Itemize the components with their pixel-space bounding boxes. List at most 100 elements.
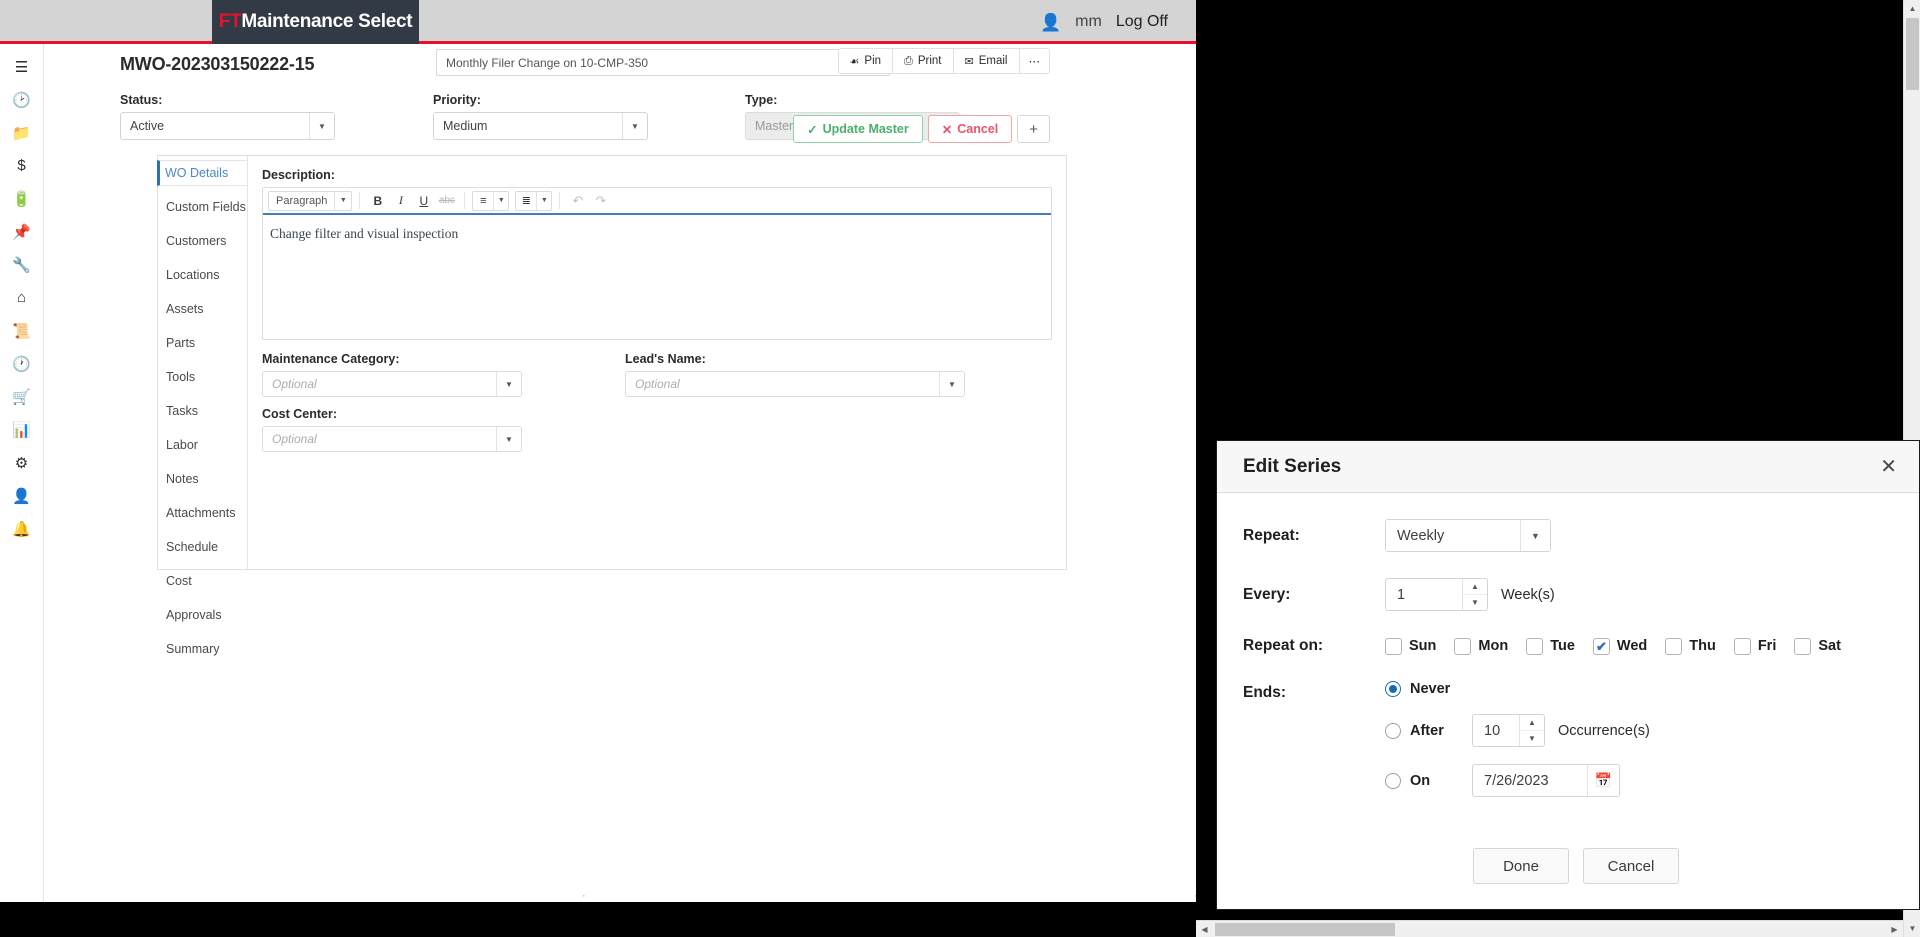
repeat-select[interactable]: Weekly ▼	[1385, 519, 1551, 552]
underline-icon[interactable]: U	[413, 191, 434, 211]
add-button[interactable]: +	[1017, 115, 1050, 143]
tab-locations[interactable]: Locations	[158, 262, 247, 288]
bullet-list-group[interactable]: ≡ ▼	[472, 190, 510, 211]
scroll-down-icon[interactable]: ▼	[1904, 920, 1920, 937]
chevron-down-icon[interactable]: ▼	[939, 372, 964, 396]
menu-hamburger-icon[interactable]: ☰	[0, 50, 44, 83]
checkbox-icon[interactable]	[1733, 637, 1751, 655]
document-icon[interactable]: 📜	[0, 314, 44, 347]
more-options-button[interactable]: ⋯	[1018, 48, 1050, 74]
folder-icon[interactable]: 📁	[0, 116, 44, 149]
home-icon[interactable]: ⌂	[0, 281, 44, 314]
scroll-left-icon[interactable]: ◀	[1196, 921, 1213, 937]
status-select[interactable]: Active ▼	[120, 112, 335, 140]
checkbox-icon[interactable]	[1665, 637, 1683, 655]
tab-schedule[interactable]: Schedule	[158, 534, 247, 560]
radio-icon[interactable]	[1385, 772, 1401, 789]
stepper-down-icon[interactable]: ▼	[1520, 730, 1544, 746]
stepper-down-icon[interactable]: ▼	[1463, 594, 1487, 610]
tab-cost[interactable]: Cost	[158, 568, 247, 594]
done-button[interactable]: Done	[1473, 848, 1569, 884]
dialog-cancel-button[interactable]: Cancel	[1583, 848, 1679, 884]
ends-on-option[interactable]: On 7/26/2023 📅	[1385, 764, 1650, 797]
horizontal-scrollbar[interactable]: ◀ ▶	[1196, 920, 1903, 937]
close-icon[interactable]: ✕	[1880, 457, 1897, 477]
wrench-icon[interactable]: 🔧	[0, 248, 44, 281]
radio-selected-icon[interactable]	[1385, 681, 1401, 697]
clock-icon[interactable]: 🕑	[0, 83, 44, 116]
work-order-title-input[interactable]: Monthly Filer Change on 10-CMP-350	[436, 49, 890, 76]
chevron-down-icon[interactable]: ▼	[1520, 520, 1550, 551]
undo-icon[interactable]: ↶	[567, 191, 588, 211]
tab-wo-details[interactable]: WO Details	[157, 160, 247, 186]
checkbox-icon[interactable]	[1454, 637, 1472, 655]
cost-center-select[interactable]: Optional ▼	[262, 426, 522, 452]
tab-approvals[interactable]: Approvals	[158, 602, 247, 628]
day-checkbox-fri[interactable]: Fri	[1733, 637, 1776, 655]
checkbox-icon[interactable]	[1385, 637, 1402, 655]
day-checkbox-thu[interactable]: Thu	[1665, 637, 1716, 655]
stepper-up-icon[interactable]: ▲	[1463, 579, 1487, 594]
pin-icon[interactable]: 📌	[0, 215, 44, 248]
numbered-list-group[interactable]: ≣ ▼	[515, 190, 553, 211]
maintenance-category-select[interactable]: Optional ▼	[262, 371, 522, 397]
tab-parts[interactable]: Parts	[158, 330, 247, 356]
chevron-down-icon[interactable]: ▼	[493, 191, 508, 210]
checkbox-icon[interactable]	[1794, 637, 1812, 655]
description-text-area[interactable]: Change filter and visual inspection	[263, 215, 1051, 253]
scroll-right-icon[interactable]: ▶	[1886, 921, 1903, 937]
occurrences-stepper[interactable]: 10 ▲ ▼	[1472, 714, 1545, 747]
tab-tasks[interactable]: Tasks	[158, 398, 247, 424]
priority-select[interactable]: Medium ▼	[433, 112, 648, 140]
radio-icon[interactable]	[1385, 722, 1401, 739]
chevron-down-icon[interactable]: ▼	[622, 113, 647, 139]
pin-button[interactable]: ☙ Pin	[837, 48, 894, 74]
bell-icon[interactable]: 🔔	[0, 512, 44, 545]
bold-icon[interactable]: B	[367, 191, 388, 211]
ends-never-option[interactable]: Never	[1385, 681, 1650, 697]
gear-icon[interactable]: ⚙	[0, 446, 44, 479]
stepper-up-icon[interactable]: ▲	[1520, 715, 1544, 730]
day-checkbox-wed[interactable]: ✔ Wed	[1592, 637, 1647, 655]
tab-assets[interactable]: Assets	[158, 296, 247, 322]
day-checkbox-mon[interactable]: Mon	[1454, 637, 1508, 655]
tab-summary[interactable]: Summary	[158, 636, 247, 662]
end-date-input[interactable]: 7/26/2023 📅	[1472, 764, 1620, 797]
tab-notes[interactable]: Notes	[158, 466, 247, 492]
calendar-icon[interactable]: 📅	[1587, 765, 1619, 796]
strikethrough-icon[interactable]: abc	[436, 191, 457, 211]
email-button[interactable]: ✉ Email	[952, 48, 1020, 74]
chevron-down-icon[interactable]: ▼	[309, 113, 334, 139]
day-checkbox-sat[interactable]: Sat	[1794, 637, 1841, 655]
history-icon[interactable]: 🕐	[0, 347, 44, 380]
battery-icon[interactable]: 🔋	[0, 182, 44, 215]
tab-custom-fields[interactable]: Custom Fields	[158, 194, 247, 220]
numbered-list-icon[interactable]: ≣	[516, 194, 536, 207]
ends-after-option[interactable]: After 10 ▲ ▼ Occurrence(s)	[1385, 714, 1650, 747]
vertical-scroll-thumb[interactable]	[1906, 18, 1919, 90]
print-button[interactable]: ⎙ Print	[892, 48, 954, 74]
checkbox-checked-icon[interactable]: ✔	[1592, 637, 1610, 655]
chevron-down-icon[interactable]: ▼	[496, 372, 521, 396]
chevron-down-icon[interactable]: ▼	[496, 427, 521, 451]
day-checkbox-sun[interactable]: Sun	[1385, 637, 1436, 655]
checkbox-icon[interactable]	[1526, 637, 1544, 655]
leads-name-select[interactable]: Optional ▼	[625, 371, 965, 397]
dollar-icon[interactable]: $	[0, 149, 44, 182]
paragraph-format-dropdown[interactable]: Paragraph ▼	[268, 190, 353, 211]
tab-labor[interactable]: Labor	[158, 432, 247, 458]
chevron-down-icon[interactable]: ▼	[536, 191, 551, 210]
bullet-list-icon[interactable]: ≡	[473, 195, 493, 207]
cancel-button[interactable]: ✕ Cancel	[927, 115, 1013, 143]
cart-icon[interactable]: 🛒	[0, 380, 44, 413]
tab-attachments[interactable]: Attachments	[158, 500, 247, 526]
horizontal-scroll-thumb[interactable]	[1215, 923, 1395, 936]
day-checkbox-tue[interactable]: Tue	[1526, 637, 1575, 655]
italic-icon[interactable]: I	[390, 191, 411, 211]
redo-icon[interactable]: ↷	[590, 191, 611, 211]
update-master-button[interactable]: ✓ Update Master	[793, 115, 923, 143]
scroll-up-icon[interactable]: ▲	[1904, 0, 1920, 17]
app-logo[interactable]: FTMaintenance Select	[212, 0, 419, 44]
person-icon[interactable]: 👤	[0, 479, 44, 512]
logoff-link[interactable]: Log Off	[1116, 13, 1168, 31]
